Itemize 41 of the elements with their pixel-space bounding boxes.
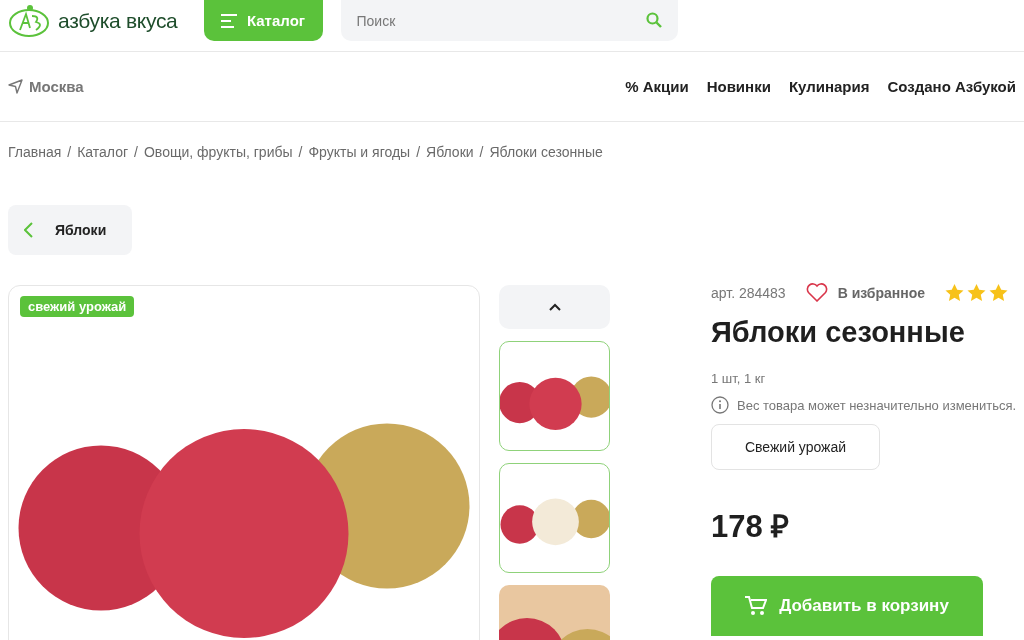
search-field[interactable]: Поиск: [340, 0, 678, 41]
menu-icon: [220, 13, 237, 28]
breadcrumb-separator: /: [298, 144, 303, 160]
price: 178 ₽: [711, 508, 791, 546]
back-button[interactable]: Яблоки: [8, 205, 132, 255]
article-number: арт. 284483: [711, 284, 786, 301]
search-icon[interactable]: [645, 12, 662, 28]
nav-link[interactable]: Создано Азбукой: [887, 78, 1016, 95]
breadcrumb-link[interactable]: Главная: [8, 144, 62, 160]
nav-link[interactable]: Новинки: [706, 78, 771, 95]
star-icon: [989, 283, 1009, 302]
breadcrumb-link[interactable]: Фрукты и ягоды: [308, 144, 411, 160]
star-icon: [945, 283, 965, 302]
heart-icon: [805, 283, 828, 302]
star-icon: [967, 283, 987, 302]
breadcrumb-separator: /: [416, 144, 421, 160]
tag-button[interactable]: Свежий урожай: [711, 424, 880, 470]
logo-icon: [8, 4, 50, 38]
cart-icon: [745, 596, 768, 616]
weight-note: Вес товара может незначительно измениться.: [737, 397, 1017, 413]
location-arrow-icon: [8, 79, 23, 94]
breadcrumb-link[interactable]: Яблоки сезонные: [489, 144, 603, 160]
breadcrumb-link[interactable]: Яблоки: [426, 144, 474, 160]
favorite-button[interactable]: В избранное: [805, 283, 926, 302]
fresh-harvest-badge: свежий урожай: [20, 296, 135, 317]
breadcrumb-separator: /: [134, 144, 138, 160]
breadcrumb-link[interactable]: Каталог: [77, 144, 129, 160]
package-info: 1 шт, 1 кг: [711, 371, 767, 386]
info-icon: [711, 396, 729, 414]
breadcrumb-separator: /: [67, 144, 72, 160]
chevron-left-icon: [24, 222, 33, 238]
logo-text[interactable]: азбука вкуса: [58, 9, 178, 33]
product-title: Яблоки сезонные: [711, 316, 966, 349]
nav-link[interactable]: % Акции: [625, 78, 689, 95]
breadcrumb-separator: /: [479, 144, 484, 160]
chevron-up-icon: [548, 303, 561, 311]
breadcrumb-link[interactable]: Овощи, фрукты, грибы: [144, 144, 293, 160]
nav-link[interactable]: Кулинария: [788, 78, 870, 95]
thumbnail[interactable]: [499, 463, 610, 573]
thumbnail[interactable]: [499, 341, 610, 451]
city-link[interactable]: Москва: [29, 78, 84, 95]
